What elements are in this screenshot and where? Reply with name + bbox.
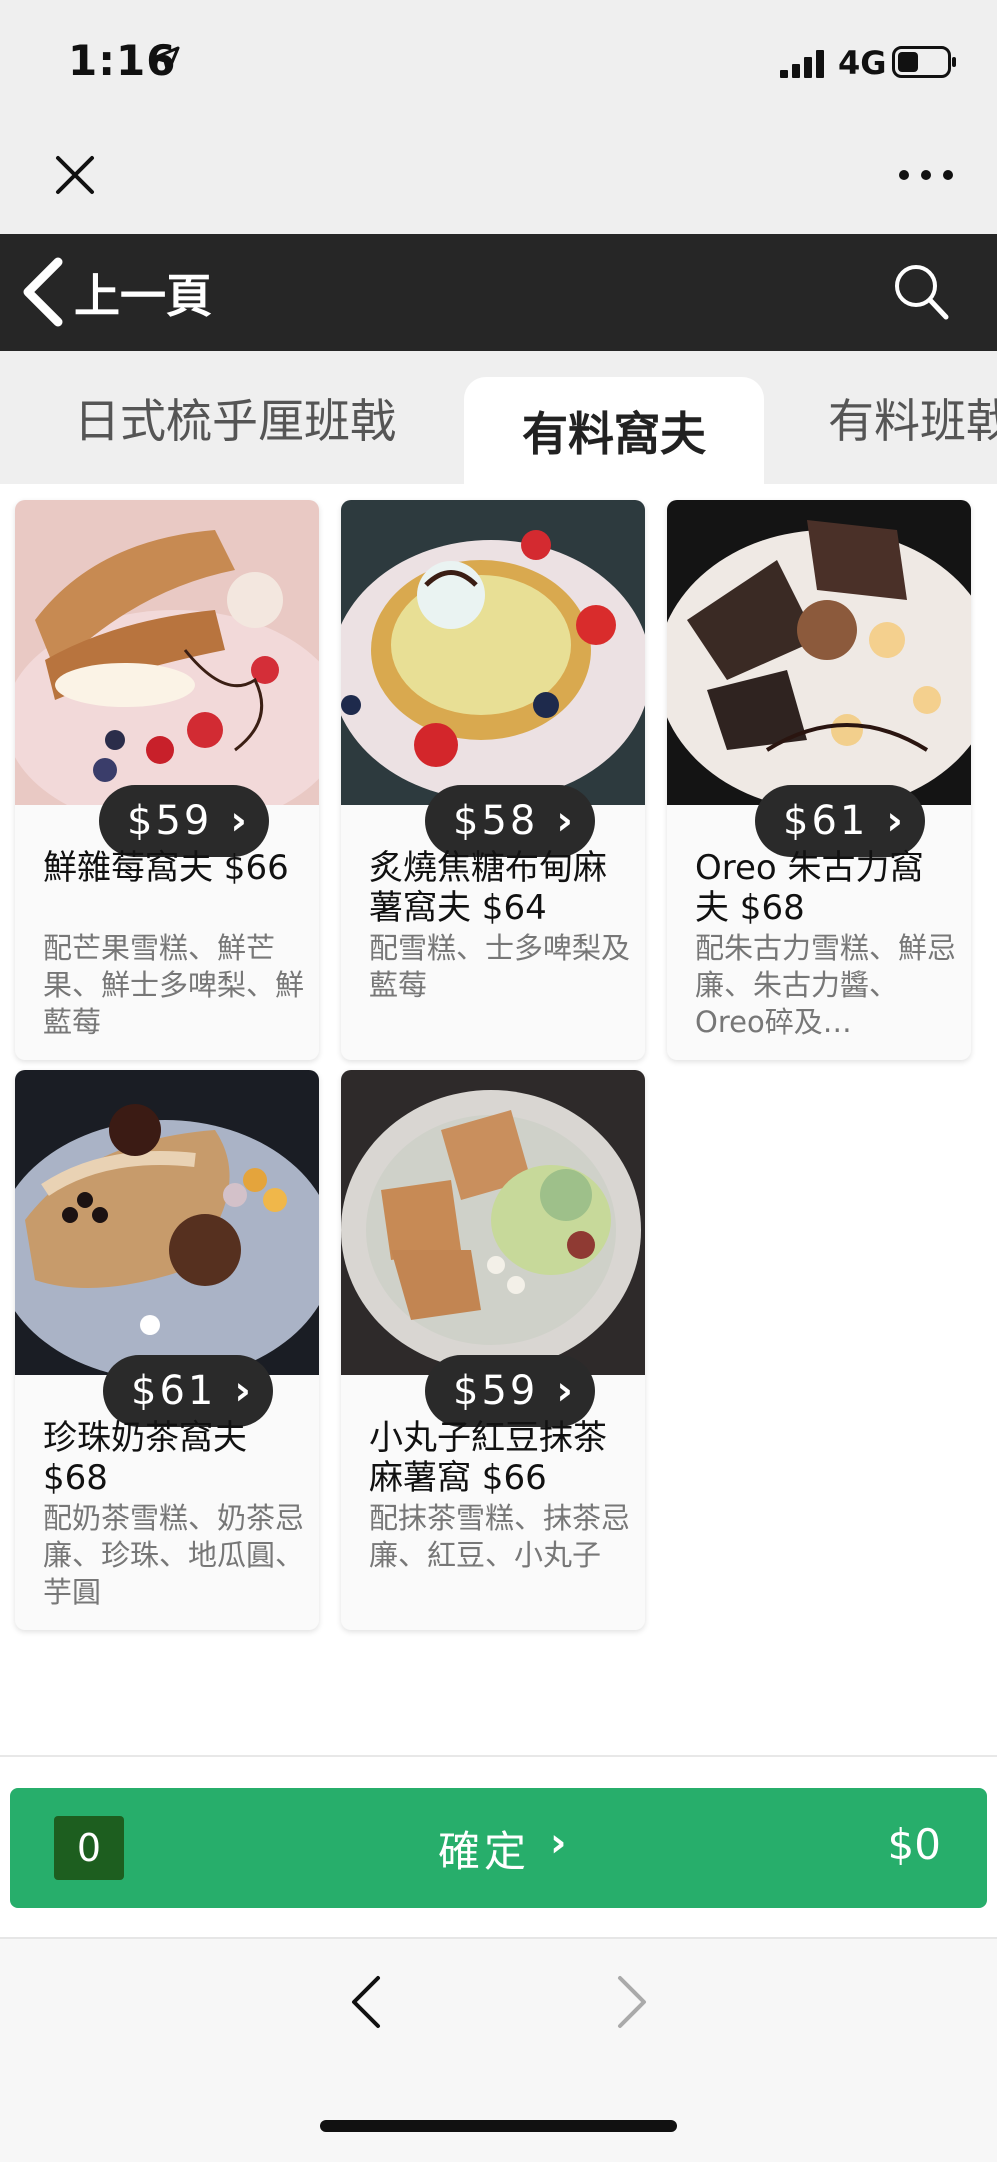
- price-label: $59: [453, 1368, 539, 1414]
- price-label: $58: [453, 798, 539, 844]
- product-card[interactable]: $61 › 珍珠奶茶窩夫 $68 配奶茶雪糕、奶茶忌廉、珍珠、地瓜圓、芋圓: [15, 1070, 319, 1630]
- location-arrow-icon: [152, 46, 180, 74]
- price-button[interactable]: $59 ›: [99, 785, 269, 857]
- home-indicator: [320, 2120, 677, 2132]
- signal-icon: [780, 50, 824, 78]
- product-image: [15, 1070, 319, 1375]
- divider: [0, 1755, 997, 1757]
- chevron-right-icon: ›: [556, 1368, 573, 1414]
- confirm-button[interactable]: 0 確定 › $0: [10, 1788, 987, 1908]
- more-icon[interactable]: [896, 160, 956, 190]
- product-card[interactable]: $61 › Oreo 朱古力窩夫 $68 配朱古力雪糕、鮮忌廉、朱古力醬、Ore…: [667, 500, 971, 1060]
- product-title: Oreo 朱古力窩夫 $68: [695, 848, 924, 928]
- product-image: [667, 500, 971, 805]
- chevron-right-icon: ›: [556, 798, 573, 844]
- product-image: [341, 1070, 645, 1375]
- price-label: $61: [131, 1368, 217, 1414]
- back-button[interactable]: 上一頁: [74, 260, 212, 326]
- tab-pancake[interactable]: 有料班戟: [828, 351, 997, 484]
- network-type: 4G: [838, 44, 887, 82]
- price-button[interactable]: $61 ›: [755, 785, 925, 857]
- search-icon[interactable]: [892, 262, 950, 322]
- webview-top-bar: [0, 120, 997, 234]
- product-description: 配芒果雪糕、鮮芒果、鮮士多啤梨、鮮藍莓: [43, 931, 305, 1039]
- product-title: 小丸子紅豆抹茶麻薯窩 $66: [369, 1418, 607, 1498]
- battery-icon: [892, 46, 956, 78]
- price-button[interactable]: $61 ›: [103, 1355, 273, 1427]
- back-chevron-icon[interactable]: [20, 256, 66, 328]
- price-label: $59: [127, 798, 213, 844]
- product-title: 炙燒焦糖布甸麻薯窩夫 $64: [369, 848, 607, 928]
- product-title: 珍珠奶茶窩夫 $68: [43, 1418, 247, 1498]
- confirm-label: 確定: [438, 1827, 531, 1876]
- product-title: 鮮雜莓窩夫 $66: [43, 848, 289, 888]
- product-card[interactable]: $58 › 炙燒焦糖布甸麻薯窩夫 $64 配雪糕、士多啤梨及藍莓: [341, 500, 645, 1060]
- chevron-right-icon: ›: [234, 1368, 251, 1414]
- product-description: 配朱古力雪糕、鮮忌廉、朱古力醬、Oreo碎及…: [695, 931, 957, 1039]
- price-label: $61: [783, 798, 869, 844]
- cart-quantity-badge: 0: [54, 1816, 124, 1880]
- browser-back-icon[interactable]: [344, 1972, 388, 2032]
- close-icon[interactable]: [50, 150, 100, 200]
- chevron-right-icon: ›: [230, 798, 247, 844]
- cart-total: $0: [887, 1820, 941, 1869]
- category-tabs: 日式梳乎厘班戟 有料窩夫 有料班戟: [0, 351, 997, 484]
- product-card[interactable]: $59 › 鮮雜莓窩夫 $66 配芒果雪糕、鮮芒果、鮮士多啤梨、鮮藍莓: [15, 500, 319, 1060]
- tab-waffle[interactable]: 有料窩夫: [464, 377, 764, 484]
- chevron-right-icon: ›: [886, 798, 903, 844]
- chevron-right-icon: ›: [550, 1820, 567, 1866]
- product-description: 配奶茶雪糕、奶茶忌廉、珍珠、地瓜圓、芋圓: [43, 1501, 305, 1609]
- product-description: 配抹茶雪糕、抹茶忌廉、紅豆、小丸子: [369, 1501, 631, 1572]
- product-card[interactable]: $59 › 小丸子紅豆抹茶麻薯窩 $66 配抹茶雪糕、抹茶忌廉、紅豆、小丸子: [341, 1070, 645, 1630]
- price-button[interactable]: $59 ›: [425, 1355, 595, 1427]
- product-description: 配雪糕、士多啤梨及藍莓: [369, 931, 631, 1002]
- browser-forward-icon[interactable]: [610, 1972, 654, 2032]
- product-image: [341, 500, 645, 805]
- product-image: [15, 500, 319, 805]
- price-button[interactable]: $58 ›: [425, 785, 595, 857]
- tab-japanese-souffle-pancake[interactable]: 日式梳乎厘班戟: [60, 351, 410, 484]
